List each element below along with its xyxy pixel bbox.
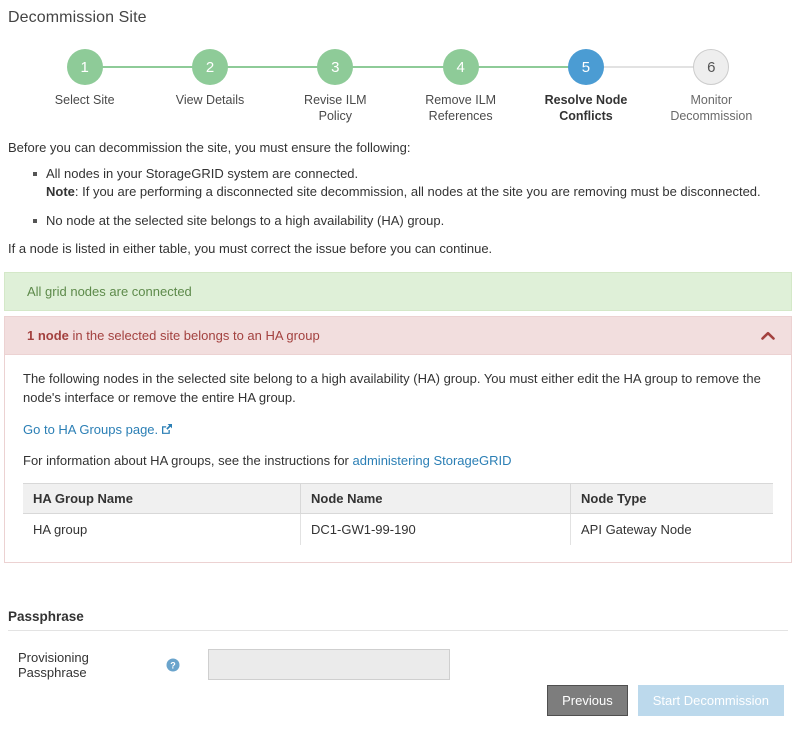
stepper-step-6-number: 6 — [693, 49, 729, 85]
stepper-step-4[interactable]: 4 Remove ILM References — [398, 49, 523, 124]
column-header-ha-group-name[interactable]: HA Group Name — [23, 484, 301, 514]
note-text: : If you are performing a disconnected s… — [75, 184, 761, 199]
stepper-step-4-number: 4 — [443, 49, 479, 85]
ha-groups-page-link[interactable]: Go to HA Groups page. — [23, 422, 158, 437]
wizard-stepper: 1 Select Site 2 View Details 3 Revise IL… — [0, 49, 796, 124]
column-header-node-name[interactable]: Node Name — [301, 484, 571, 514]
panel-description: The following nodes in the selected site… — [23, 369, 773, 407]
stepper-step-2-label: View Details — [176, 92, 245, 108]
cell-node-name: DC1-GW1-99-190 — [301, 514, 571, 546]
stepper-step-2-number: 2 — [192, 49, 228, 85]
help-icon[interactable]: ? — [166, 658, 180, 672]
alert-error-count: 1 node — [27, 328, 69, 343]
alert-success-text: All grid nodes are connected — [27, 284, 192, 299]
stepper-step-1-number: 1 — [67, 49, 103, 85]
closing-note: If a node is listed in either table, you… — [8, 241, 796, 256]
stepper-step-5[interactable]: 5 Resolve Node Conflicts — [523, 49, 648, 124]
admin-info-row: For information about HA groups, see the… — [23, 451, 773, 470]
intro-lead: Before you can decommission the site, yo… — [8, 140, 796, 155]
passphrase-section-title: Passphrase — [8, 609, 788, 631]
stepper-connector-3 — [335, 66, 460, 68]
provisioning-passphrase-input[interactable] — [208, 649, 450, 680]
requirement-2-text: No node at the selected site belongs to … — [46, 213, 444, 228]
provisioning-passphrase-label: Provisioning Passphrase — [18, 650, 158, 680]
column-header-node-type[interactable]: Node Type — [571, 484, 774, 514]
provisioning-passphrase-row: Provisioning Passphrase ? — [18, 649, 796, 680]
stepper-step-1-label: Select Site — [55, 92, 115, 108]
ha-conflict-panel: The following nodes in the selected site… — [4, 355, 792, 563]
svg-text:?: ? — [170, 660, 176, 670]
external-link-icon — [161, 421, 173, 433]
stepper-step-4-label: Remove ILM References — [413, 92, 509, 124]
cell-node-type: API Gateway Node — [571, 514, 774, 546]
chevron-up-icon[interactable] — [761, 329, 775, 339]
table-header-row: HA Group Name Node Name Node Type — [23, 484, 773, 514]
requirements-list: All nodes in your StorageGRID system are… — [0, 165, 796, 230]
stepper-step-5-number: 5 — [568, 49, 604, 85]
alert-ha-group-conflict-header[interactable]: 1 node in the selected site belongs to a… — [4, 316, 792, 355]
stepper-step-3[interactable]: 3 Revise ILM Policy — [273, 49, 398, 124]
stepper-step-3-number: 3 — [317, 49, 353, 85]
requirement-item-2: No node at the selected site belongs to … — [46, 212, 796, 230]
stepper-step-6-label: Monitor Decommission — [663, 92, 759, 124]
admin-info-prefix: For information about HA groups, see the… — [23, 453, 353, 468]
ha-conflict-table: HA Group Name Node Name Node Type HA gro… — [23, 483, 773, 546]
page-title: Decommission Site — [0, 0, 796, 27]
table-row[interactable]: HA group DC1-GW1-99-190 API Gateway Node — [23, 514, 773, 546]
start-decommission-button[interactable]: Start Decommission — [638, 685, 784, 716]
stepper-step-5-label: Resolve Node Conflicts — [538, 92, 634, 124]
wizard-button-row: Previous Start Decommission — [547, 685, 784, 716]
administering-storagegrid-link[interactable]: administering StorageGRID — [353, 453, 512, 468]
requirement-item-1: All nodes in your StorageGRID system are… — [46, 165, 796, 201]
ha-groups-link-row: Go to HA Groups page. — [23, 420, 773, 439]
stepper-step-2[interactable]: 2 View Details — [147, 49, 272, 108]
cell-ha-group-name: HA group — [23, 514, 301, 546]
stepper-step-6[interactable]: 6 Monitor Decommission — [649, 49, 774, 124]
stepper-step-3-label: Revise ILM Policy — [287, 92, 383, 124]
alert-all-nodes-connected: All grid nodes are connected — [4, 272, 792, 311]
previous-button[interactable]: Previous — [547, 685, 628, 716]
alert-error-text: in the selected site belongs to an HA gr… — [69, 328, 320, 343]
requirement-1-text: All nodes in your StorageGRID system are… — [46, 166, 358, 181]
note-label: Note — [46, 184, 75, 199]
stepper-step-1[interactable]: 1 Select Site — [22, 49, 147, 108]
